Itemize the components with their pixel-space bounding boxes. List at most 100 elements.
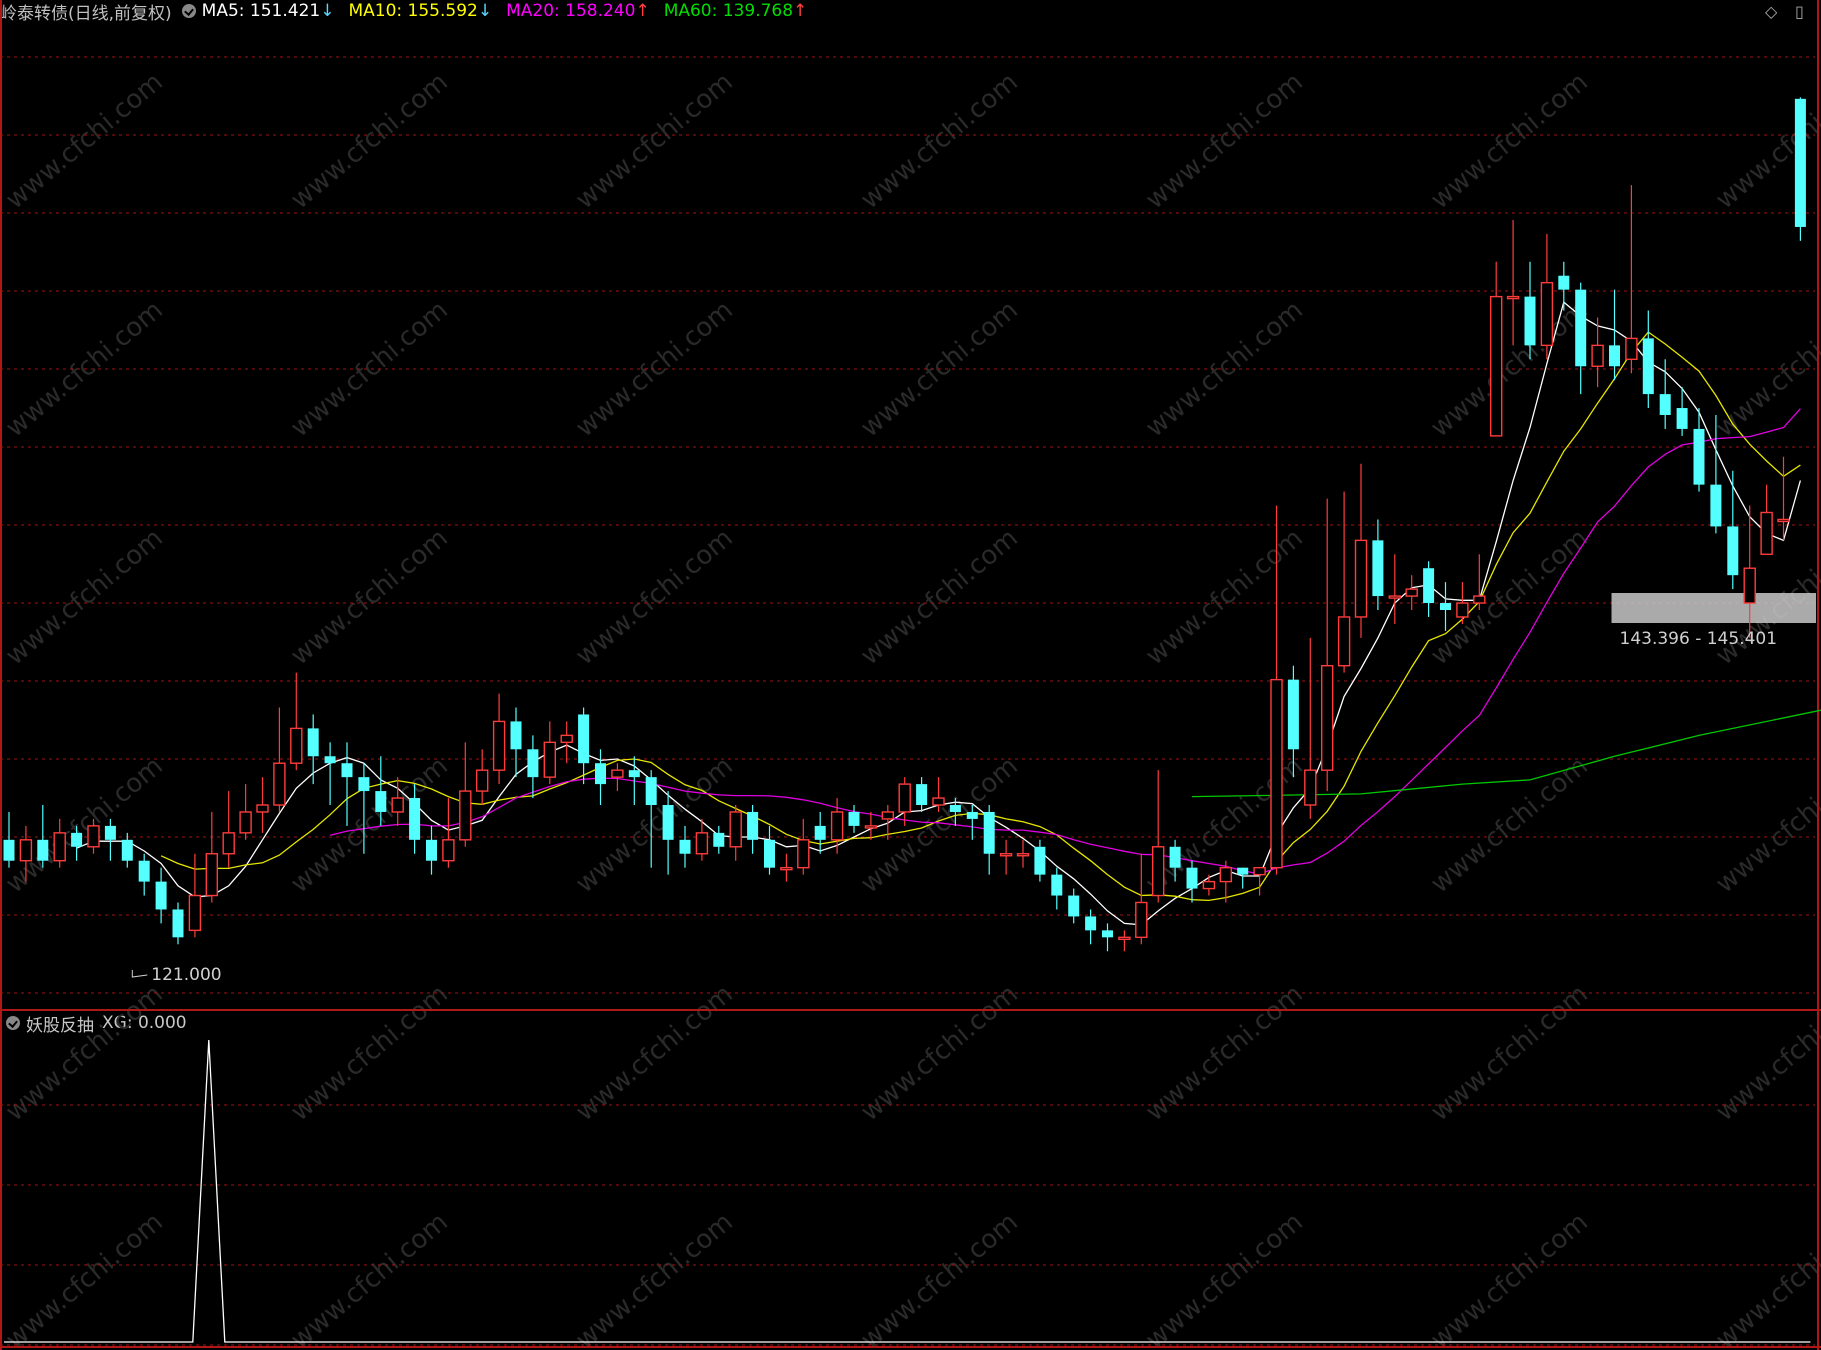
candle-body: [1676, 408, 1688, 429]
candle-body: [1591, 344, 1604, 367]
candle: [797, 818, 810, 875]
candle: [273, 707, 286, 812]
candle: [543, 721, 556, 785]
candle-body: [307, 728, 319, 757]
candle-body: [1524, 296, 1536, 346]
watermark-text: www.cfchi.com: [1425, 751, 1594, 899]
candle-body: [1118, 936, 1131, 941]
candle-body: [1202, 880, 1216, 890]
candle-body: [1710, 484, 1722, 527]
candle: [1304, 637, 1317, 819]
candle: [510, 707, 522, 778]
candle-body: [864, 825, 878, 829]
candle: [1372, 519, 1384, 610]
candle-body: [527, 749, 539, 778]
candle-body: [578, 714, 590, 764]
candle-body: [679, 839, 691, 854]
candle: [916, 777, 928, 812]
candle-body: [560, 734, 573, 744]
watermark-text: www.cfchi.com: [1140, 67, 1309, 215]
candle-body: [1743, 567, 1756, 604]
candle: [172, 902, 184, 945]
candle: [864, 811, 878, 840]
candle-body: [780, 866, 793, 871]
candle-body: [1727, 526, 1739, 576]
candle: [595, 749, 606, 805]
candle: [1034, 839, 1046, 882]
candle-body: [966, 811, 978, 819]
candle-body: [814, 825, 826, 840]
candle: [560, 721, 573, 764]
candle-body: [611, 769, 624, 778]
low-label: 121.000: [151, 965, 221, 985]
candle-body: [1051, 874, 1063, 896]
candle: [492, 693, 506, 785]
candle: [459, 742, 472, 847]
candle-body: [916, 784, 928, 805]
candle-body: [138, 860, 150, 882]
candle-body: [645, 777, 657, 805]
watermark-text: www.cfchi.com: [1425, 523, 1594, 671]
watermark-text: www.cfchi.com: [570, 67, 739, 215]
candle: [138, 853, 150, 896]
candle: [222, 791, 235, 868]
candle: [898, 777, 911, 826]
candle-body: [1085, 916, 1097, 931]
candle: [1456, 582, 1469, 624]
watermark-text: www.cfchi.com: [570, 523, 739, 671]
candle: [1794, 97, 1806, 241]
watermark-text: www.cfchi.com: [1425, 1207, 1594, 1350]
candle-body: [87, 825, 100, 848]
watermark-text: www.cfchi.com: [0, 67, 169, 215]
watermark-text: www.cfchi.com: [1425, 67, 1594, 215]
candle: [1405, 575, 1418, 610]
candle-body: [1405, 588, 1418, 597]
candle: [1489, 261, 1503, 437]
candle-body: [949, 805, 961, 812]
candle-body: [37, 839, 49, 861]
watermark-text: www.cfchi.com: [285, 523, 454, 671]
candle-body: [324, 756, 336, 764]
candle-body: [1456, 602, 1469, 618]
candle-body: [3, 839, 15, 861]
watermark-text: www.cfchi.com: [1140, 523, 1309, 671]
candle-body: [1440, 603, 1451, 610]
candle-body: [1337, 616, 1351, 667]
candle-body: [1625, 337, 1638, 360]
candle-body: [273, 762, 286, 806]
candle-body: [239, 811, 252, 834]
candle-body: [1304, 769, 1317, 806]
candle: [999, 839, 1013, 875]
candle: [1609, 289, 1620, 381]
candle: [1540, 233, 1554, 360]
candle-body: [1287, 679, 1299, 750]
candle: [155, 867, 167, 924]
candle: [256, 777, 269, 833]
candle-body: [543, 741, 556, 778]
candle: [1440, 582, 1451, 631]
candle-body: [205, 853, 219, 897]
candle: [290, 672, 303, 771]
watermark-text: www.cfchi.com: [855, 1207, 1024, 1350]
candle: [1237, 867, 1249, 889]
candle-body: [1506, 295, 1520, 300]
kline-chart[interactable]: www.cfchi.com www.cfchi.com www.cfchi.com w…: [0, 0, 1821, 1350]
candle-body: [155, 881, 167, 910]
candle: [121, 832, 133, 868]
candle: [239, 784, 252, 840]
candle-body: [1102, 930, 1113, 938]
candle-body: [409, 798, 421, 840]
candle-body: [172, 909, 184, 938]
zone-label: 143.396 - 145.401: [1620, 629, 1778, 649]
candle: [983, 805, 995, 875]
watermark-text: www.cfchi.com: [1710, 1207, 1821, 1350]
candle: [1591, 317, 1604, 388]
candle: [1473, 554, 1486, 610]
candle: [1506, 220, 1520, 346]
candle-body: [662, 805, 674, 840]
candle-body: [1794, 98, 1806, 227]
candle-body: [121, 839, 133, 861]
watermark-text: www.cfchi.com: [855, 67, 1024, 215]
candle: [1388, 554, 1402, 624]
candle-body: [729, 811, 742, 848]
